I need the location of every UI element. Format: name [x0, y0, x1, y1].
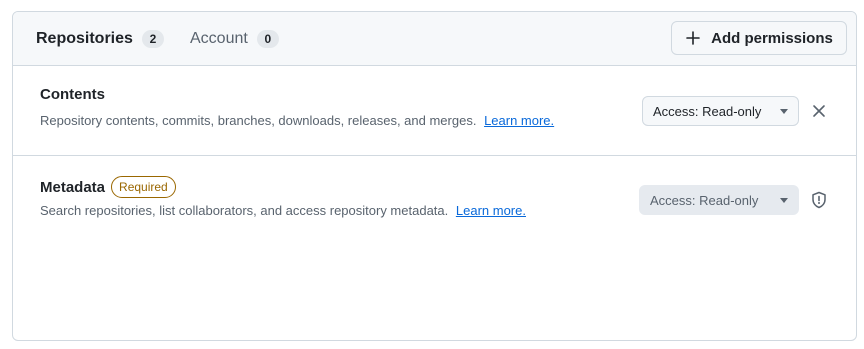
tab-account-label: Account — [190, 30, 248, 47]
permissions-panel: Repositories 2 Account 0 Add permissions… — [12, 11, 857, 341]
access-dropdown-label: Access: Read-only — [653, 103, 762, 119]
access-dropdown-disabled: Access: Read-only — [639, 185, 799, 215]
permission-description: Search repositories, list collaborators,… — [40, 203, 526, 218]
access-dropdown-label: Access: Read-only — [650, 192, 759, 208]
tab-repositories-counter: 2 — [141, 30, 164, 48]
tab-repositories[interactable]: Repositories 2 — [36, 12, 164, 66]
required-badge: Required — [111, 176, 176, 198]
plus-icon — [685, 30, 701, 46]
learn-more-link[interactable]: Learn more. — [456, 203, 526, 218]
shield-alert-icon — [810, 191, 828, 209]
permission-row-contents: Contents Repository contents, commits, b… — [13, 66, 856, 156]
permission-row-metadata: Metadata Required Search repositories, l… — [13, 156, 856, 246]
tab-account[interactable]: Account 0 — [190, 12, 279, 66]
permission-description-text: Search repositories, list collaborators,… — [40, 203, 449, 218]
permission-title-text: Metadata — [40, 178, 106, 196]
add-permissions-label: Add permissions — [711, 29, 833, 47]
permission-title-text: Contents — [40, 86, 105, 103]
permission-description: Repository contents, commits, branches, … — [40, 113, 554, 128]
permission-title: Contents — [40, 86, 105, 103]
learn-more-link[interactable]: Learn more. — [484, 113, 554, 128]
caret-down-icon — [780, 198, 788, 203]
permission-description-text: Repository contents, commits, branches, … — [40, 113, 477, 128]
permission-title: Metadata Required — [40, 176, 176, 198]
tab-account-counter: 0 — [256, 30, 279, 48]
add-permissions-button[interactable]: Add permissions — [671, 21, 847, 55]
access-dropdown[interactable]: Access: Read-only — [642, 96, 799, 126]
permissions-header: Repositories 2 Account 0 Add permissions — [13, 12, 856, 66]
tab-repositories-label: Repositories — [36, 30, 133, 47]
caret-down-icon — [780, 109, 788, 114]
close-icon[interactable] — [810, 102, 828, 120]
